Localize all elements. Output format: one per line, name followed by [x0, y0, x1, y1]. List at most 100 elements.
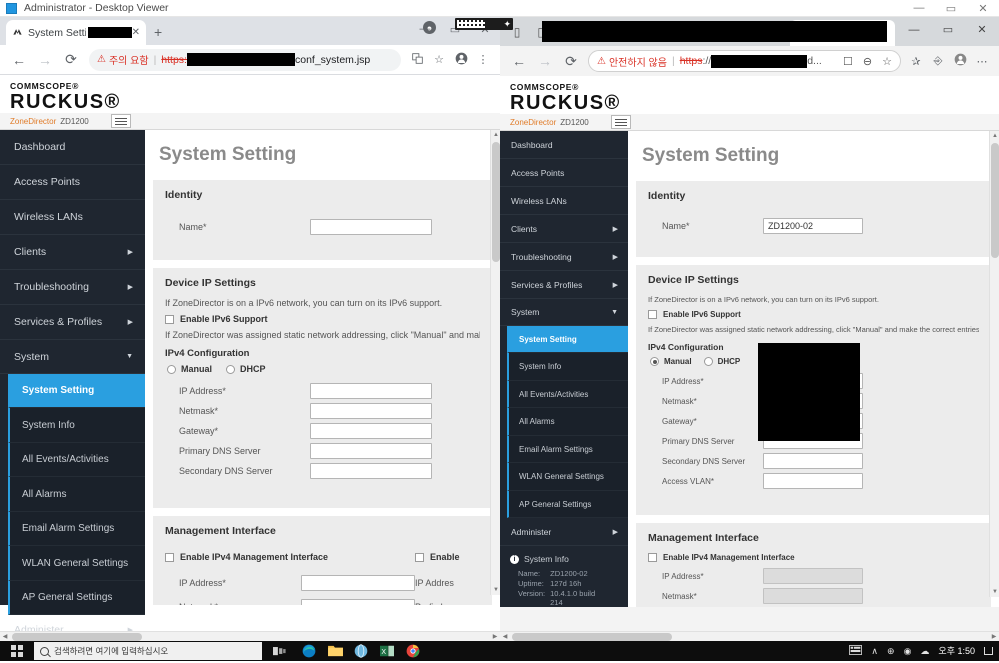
sidebar-item-troubleshooting[interactable]: Troubleshooting ▶ — [500, 243, 628, 271]
add-favorite-icon[interactable]: ☆ — [882, 55, 892, 68]
content-vertical-scrollbar[interactable]: ▲ ▼ — [989, 131, 999, 597]
ip-address-input[interactable] — [310, 383, 432, 399]
rdp-grip-icon[interactable] — [457, 20, 485, 28]
enable-ipv6-row[interactable]: Enable IPv6 Support — [165, 314, 480, 324]
read-aloud-icon[interactable]: ☐ — [843, 55, 853, 68]
taskbar-clock[interactable]: 오후 1:50 — [938, 646, 975, 656]
scroll-left-arrow-icon[interactable]: ◀ — [500, 632, 510, 641]
sidebar-item-wlan-general-settings[interactable]: WLAN General Settings — [507, 463, 628, 491]
sidebar-item-wireless-lans[interactable]: Wireless LANs — [500, 187, 628, 215]
sidebar-item-system[interactable]: System ▼ — [500, 299, 628, 326]
sidebar-item-dashboard[interactable]: Dashboard — [0, 130, 145, 165]
sidebar-item-system-info[interactable]: System Info — [507, 353, 628, 381]
edge-minimize-button[interactable]: — — [897, 17, 931, 42]
scroll-left-arrow-icon[interactable]: ◀ — [0, 632, 10, 641]
profile-icon[interactable] — [450, 52, 472, 68]
mgmt-ip-address-input[interactable] — [301, 575, 415, 591]
chrome-tab-close-icon[interactable]: ✕ — [132, 27, 140, 38]
sidebar-item-services-profiles[interactable]: Services & Profiles ▶ — [0, 305, 145, 340]
scroll-right-arrow-icon[interactable]: ▶ — [490, 632, 500, 641]
mgmt-netmask-input[interactable] — [763, 588, 863, 604]
chrome-new-tab-button[interactable]: + — [154, 24, 162, 40]
edge-address-bar[interactable]: ⚠ 안전하지 않음 | https :// d... ☐ ⊖ ☆ — [588, 50, 901, 72]
edge-icon[interactable] — [302, 644, 316, 658]
sidebar-item-access-points[interactable]: Access Points — [0, 165, 145, 200]
sidebar-item-clients[interactable]: Clients ▶ — [500, 215, 628, 243]
vertical-scroll-thumb[interactable] — [991, 143, 999, 258]
scroll-up-arrow-icon[interactable]: ▲ — [491, 130, 500, 140]
sidebar-item-system-info[interactable]: System Info — [8, 408, 145, 443]
windows-start-icon[interactable] — [0, 645, 34, 657]
chrome-reload-button[interactable]: ⟳ — [58, 51, 84, 68]
sidebar-item-clients[interactable]: Clients ▶ — [0, 235, 145, 270]
horizontal-scroll-thumb[interactable] — [12, 633, 142, 641]
sidebar-item-access-points[interactable]: Access Points — [500, 159, 628, 187]
sidebar-item-ap-general-settings[interactable]: AP General Settings — [8, 581, 145, 615]
scroll-down-arrow-icon[interactable]: ▼ — [491, 585, 500, 595]
taskbar-search-input[interactable]: 검색하려면 여기에 입력하십시오 — [34, 642, 262, 660]
page-horizontal-scrollbar[interactable]: ◀ ▶ — [0, 631, 500, 641]
onedrive-icon[interactable]: ☁ — [920, 646, 929, 657]
pin-icon[interactable]: ✦ — [503, 19, 511, 30]
sidebar-item-email-alarm-settings[interactable]: Email Alarm Settings — [507, 436, 628, 463]
bookmark-star-icon[interactable]: ☆ — [428, 53, 450, 66]
chrome-back-button[interactable]: ← — [6, 52, 32, 68]
profile-icon[interactable] — [949, 53, 971, 69]
sidebar-item-email-alarm-settings[interactable]: Email Alarm Settings — [8, 512, 145, 546]
collections-icon[interactable]: ✰ — [905, 55, 927, 68]
file-explorer-icon[interactable] — [328, 644, 342, 658]
chrome-menu-icon[interactable]: ⋮ — [472, 53, 494, 66]
vertical-scroll-thumb[interactable] — [492, 142, 500, 262]
name-input[interactable] — [310, 219, 432, 235]
chrome-forward-button[interactable]: → — [32, 52, 58, 68]
enable-ipv6-row[interactable]: Enable IPv6 Support — [648, 310, 979, 319]
chrome-address-bar[interactable]: ⚠ 주의 요함 | https: conf_system.jsp — [89, 49, 401, 71]
network-icon[interactable]: ⊕ — [887, 646, 895, 657]
horizontal-scroll-thumb[interactable] — [512, 633, 672, 641]
primary-dns-input[interactable] — [310, 443, 432, 459]
sidebar-item-administer[interactable]: Administer ▶ — [500, 518, 628, 546]
sidebar-item-wlan-general-settings[interactable]: WLAN General Settings — [8, 546, 145, 581]
sidebar-item-all-events-activities[interactable]: All Events/Activities — [8, 443, 145, 477]
edge-reload-button[interactable]: ⟳ — [558, 53, 584, 70]
rdp-close-button[interactable]: ✕ — [967, 0, 999, 17]
sidebar-item-wireless-lans[interactable]: Wireless LANs — [0, 200, 145, 235]
chrome-minimize-button[interactable]: — — [410, 17, 440, 41]
edge-close-button[interactable]: ✕ — [965, 17, 999, 42]
sidebar-item-all-alarms[interactable]: All Alarms — [8, 477, 145, 512]
scroll-down-arrow-icon[interactable]: ▼ — [990, 587, 999, 597]
action-center-icon[interactable] — [984, 647, 993, 655]
enable-ipv6-mgmt-checkbox[interactable] — [415, 553, 424, 562]
mgmt-ip-address-input[interactable] — [763, 568, 863, 584]
task-view-icon[interactable] — [262, 646, 296, 657]
rdp-minimize-button[interactable]: — — [903, 0, 935, 17]
rdp-connection-bar[interactable]: ✦ — [455, 18, 513, 30]
name-input[interactable]: ZD1200-02 — [763, 218, 863, 234]
mgmt-netmask-input[interactable] — [301, 599, 415, 605]
netmask-input[interactable] — [310, 403, 432, 419]
sidebar-item-services-profiles[interactable]: Services & Profiles ▶ — [500, 271, 628, 299]
access-vlan-input[interactable] — [763, 473, 863, 489]
extensions-icon[interactable]: ⎆ — [927, 55, 949, 68]
enable-ipv6-checkbox[interactable] — [165, 315, 174, 324]
page-horizontal-scrollbar[interactable]: ◀ ▶ — [500, 631, 999, 641]
enable-ipv6-mgmt-row[interactable]: Enable — [415, 552, 460, 562]
sidebar-item-all-events-activities[interactable]: All Events/Activities — [507, 381, 628, 408]
enable-ipv4-mgmt-checkbox[interactable] — [165, 553, 174, 562]
edge-menu-icon[interactable]: ⋯ — [971, 55, 993, 68]
edge-maximize-button[interactable]: ▭ — [931, 17, 965, 42]
sidebar-item-all-alarms[interactable]: All Alarms — [507, 408, 628, 436]
enable-ipv6-checkbox[interactable] — [648, 310, 657, 319]
sidebar-item-system[interactable]: System ▼ — [0, 340, 145, 374]
ipv4-dhcp-radio[interactable] — [704, 357, 713, 366]
sidebar-item-system-setting[interactable]: System Setting — [507, 326, 628, 353]
scroll-right-arrow-icon[interactable]: ▶ — [989, 632, 999, 641]
enable-ipv4-mgmt-row[interactable]: Enable IPv4 Management Interface — [165, 552, 415, 562]
content-vertical-scrollbar[interactable]: ▲ ▼ — [490, 130, 500, 595]
sidebar-item-ap-general-settings[interactable]: AP General Settings — [507, 491, 628, 518]
hamburger-icon[interactable] — [611, 115, 631, 129]
secondary-dns-input[interactable] — [310, 463, 432, 479]
ipv4-manual-radio[interactable] — [167, 365, 176, 374]
zoom-out-icon[interactable]: ⊖ — [863, 55, 872, 68]
translate-icon[interactable] — [406, 53, 428, 67]
